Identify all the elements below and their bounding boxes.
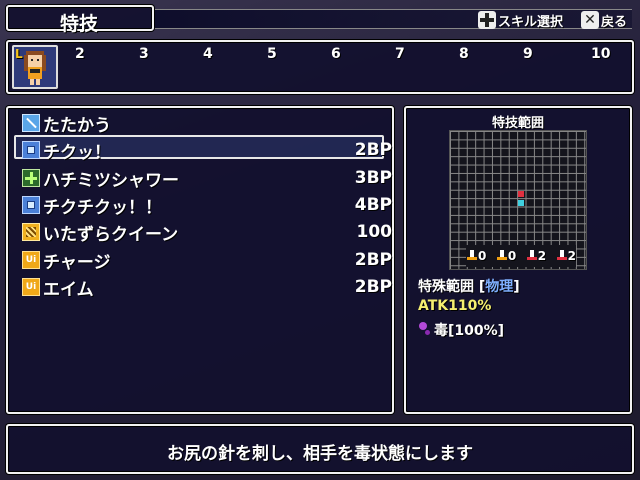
title-box: 特技 [6, 5, 154, 35]
skill-cost: 4BP [354, 195, 392, 215]
party-slot-1[interactable]: L [12, 45, 58, 89]
range-panel-title: 特技範囲 [491, 116, 544, 131]
skill-item-charge[interactable]: Ui チャージ 2BP [22, 247, 392, 273]
dpad-icon [478, 11, 496, 29]
stat-change: 2 [526, 249, 546, 263]
skill-select-label: スキル選択 [498, 14, 564, 30]
range-type: 物理 [485, 279, 514, 295]
self-cell [518, 200, 524, 206]
party-bar: L 2 3 4 5 6 7 8 9 10 [6, 40, 634, 94]
skill-cost: 2BP [354, 250, 392, 270]
buff-icon: Ui [22, 251, 40, 269]
skill-cost: 100 [356, 222, 393, 242]
skill-name: チクッ！ [43, 142, 111, 163]
skill-icon [22, 141, 40, 159]
stat-change-row: 0 0 2 2 [466, 245, 576, 267]
leader-tag: L [15, 47, 23, 61]
skill-name: チャージ [43, 252, 111, 273]
x-button-icon: ✕ [581, 11, 599, 29]
stat-change: 0 [466, 249, 486, 263]
stat-change: 2 [556, 249, 576, 263]
up-arrow-icon [466, 250, 478, 262]
skill-description: お尻の針を刺し、相手を毒状態にします [167, 444, 473, 464]
buff-icon: Ui [22, 278, 40, 296]
skill-name: チクチクッ！！ [43, 197, 162, 218]
party-slot-number[interactable]: 9 [523, 46, 533, 62]
skill-item-mischief-queen[interactable]: いたずらクイーン 100 [22, 219, 392, 245]
party-slot-number[interactable]: 10 [591, 46, 610, 62]
skill-item-tatakau[interactable]: たたかう [22, 110, 392, 136]
atk-value: ATK110% [418, 298, 492, 314]
skill-item-chikuchiku[interactable]: チクチクッ！！ 4BP [22, 192, 392, 218]
sword-icon [22, 114, 40, 132]
party-slot-number[interactable]: 6 [331, 46, 341, 62]
status-effect-line: 毒[100%] [418, 320, 504, 340]
page-title: 特技 [60, 13, 99, 35]
description-box: お尻の針を刺し、相手を毒状態にします [6, 424, 634, 474]
skill-name: エイム [43, 279, 94, 300]
up-arrow-icon [526, 250, 538, 262]
skill-cost: 2BP [354, 277, 392, 297]
skill-name: ハチミツシャワー [43, 170, 179, 191]
party-slot-number[interactable]: 4 [203, 46, 213, 62]
stat-change: 0 [496, 249, 516, 263]
back-hint[interactable]: ✕ 戻る [581, 10, 627, 30]
party-slot-number[interactable]: 5 [267, 46, 277, 62]
poison-icon [418, 322, 432, 338]
special-icon [22, 223, 40, 241]
range-type-line: 特殊範囲 [物理] [418, 279, 520, 295]
party-slot-number[interactable]: 7 [395, 46, 405, 62]
down-arrow-icon [556, 250, 568, 262]
skill-name: たたかう [43, 115, 111, 136]
target-cell [518, 191, 524, 197]
skill-item-chiku[interactable]: チクッ！ 2BP [22, 137, 392, 163]
back-label: 戻る [601, 14, 628, 30]
skill-cost: 2BP [354, 140, 392, 160]
down-arrow-icon [496, 250, 508, 262]
skill-cost: 3BP [354, 168, 392, 188]
skill-range-panel: 特技範囲 0 0 2 2 特殊範囲 [物理] ATK110% 毒[100%] [404, 106, 632, 414]
skill-name: いたずらクイーン [43, 224, 179, 245]
skill-select-hint: スキル選択 [478, 10, 563, 30]
skill-icon [22, 196, 40, 214]
range-label: 特殊範囲 [418, 279, 474, 295]
heal-icon [22, 169, 40, 187]
party-slot-number[interactable]: 8 [459, 46, 469, 62]
skill-item-aim[interactable]: Ui エイム 2BP [22, 274, 392, 300]
party-slot-number[interactable]: 2 [75, 46, 85, 62]
party-slot-number[interactable]: 3 [139, 46, 149, 62]
skill-item-honey-shower[interactable]: ハチミツシャワー 3BP [22, 165, 392, 191]
status-effect: 毒[100%] [434, 323, 505, 339]
